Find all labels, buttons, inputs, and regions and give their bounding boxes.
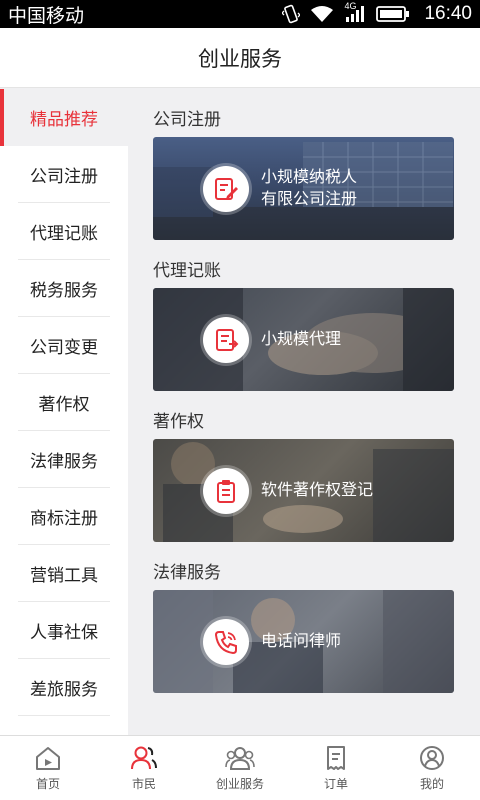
card-label-line1: 小规模代理 <box>261 330 342 348</box>
tab-label: 创业服务 <box>215 776 264 791</box>
tab-label: 市民 <box>131 776 156 791</box>
sidebar-item-label: 商标注册 <box>30 509 98 528</box>
section-title: 法律服务 <box>153 563 221 582</box>
home-icon <box>36 746 60 770</box>
app-header: 创业服务 <box>0 28 480 88</box>
category-sidebar: 精品推荐 公司注册 代理记账 税务服务 公司变更 著作权 法律服务 商标注册 营… <box>0 89 128 735</box>
tab-home[interactable]: 首页 <box>0 736 96 800</box>
ledger-icon <box>203 316 249 363</box>
clipboard-icon <box>203 467 249 514</box>
card-label: 电话问律师 <box>261 631 341 653</box>
bottom-tab-bar: 首页 市民 创业服务 订单 我的 <box>0 735 480 800</box>
sidebar-item-label: 公司变更 <box>30 338 98 357</box>
sidebar-item-copyright[interactable]: 著作权 <box>0 374 128 431</box>
sidebar-item-marketing-tools[interactable]: 营销工具 <box>0 545 128 602</box>
page-title: 创业服务 <box>198 47 282 71</box>
card-label: 软件著作权登记 <box>261 480 373 502</box>
order-icon <box>327 745 345 770</box>
sidebar-item-label: 税务服务 <box>30 281 98 300</box>
card-label: 小规模纳税人 有限公司注册 <box>261 167 357 211</box>
sidebar-item-label: 营销工具 <box>30 566 98 585</box>
phone-icon <box>203 618 249 665</box>
tab-label: 订单 <box>323 776 348 791</box>
sidebar-item-label: 人事社保 <box>30 623 98 642</box>
service-card-bookkeeping[interactable]: 小规模代理 <box>153 288 454 391</box>
service-card-software-copyright[interactable]: 软件著作权登记 <box>153 439 454 542</box>
service-list: 公司注册 小规模纳税人 有限公司注册 代理记账 小规模代理 著作权 软件著作权登… <box>128 89 480 735</box>
wifi-icon <box>311 6 334 22</box>
tab-startup-service[interactable]: 创业服务 <box>192 736 288 800</box>
sidebar-item-label: 精品推荐 <box>30 110 98 129</box>
sidebar-item-label: 公司注册 <box>30 167 98 186</box>
sidebar-item-tax-service[interactable]: 税务服务 <box>0 260 128 317</box>
cell-signal-icon: 4G <box>344 1 366 23</box>
sidebar-item-legal-service[interactable]: 法律服务 <box>0 431 128 488</box>
edit-document-icon <box>203 165 249 212</box>
service-card-company-registration[interactable]: 小规模纳税人 有限公司注册 <box>153 137 454 240</box>
sidebar-item-travel-service[interactable]: 差旅服务 <box>0 659 128 716</box>
card-label-line1: 小规模纳税人 <box>261 168 358 186</box>
citizen-icon <box>131 746 157 769</box>
service-card-lawyer-call[interactable]: 电话问律师 <box>153 590 454 693</box>
network-type: 4G <box>344 1 357 11</box>
carrier-name: 中国移动 <box>8 5 85 27</box>
sidebar-item-label: 著作权 <box>38 395 90 414</box>
status-bar: 中国移动 4G 16:40 <box>0 0 480 28</box>
card-label-line2: 有限公司注册 <box>261 190 358 208</box>
sidebar-item-label: 差旅服务 <box>30 680 98 699</box>
vibrate-icon <box>282 4 301 24</box>
profile-icon <box>420 745 444 770</box>
card-label-line1: 电话问律师 <box>261 632 342 650</box>
sidebar-item-company-registration[interactable]: 公司注册 <box>0 146 128 203</box>
tab-label: 我的 <box>419 776 444 791</box>
section-title: 代理记账 <box>153 261 221 280</box>
sidebar-item-trademark[interactable]: 商标注册 <box>0 488 128 545</box>
tab-mine[interactable]: 我的 <box>384 736 480 800</box>
battery-icon <box>376 6 410 22</box>
tab-label: 首页 <box>35 776 60 791</box>
sidebar-item-label: 代理记账 <box>30 224 98 243</box>
card-label-line1: 软件著作权登记 <box>261 481 374 499</box>
section-title: 公司注册 <box>153 110 221 129</box>
card-label: 小规模代理 <box>261 329 341 351</box>
group-icon <box>225 746 255 770</box>
section-title: 著作权 <box>153 412 204 431</box>
tab-orders[interactable]: 订单 <box>288 736 384 800</box>
sidebar-item-featured[interactable]: 精品推荐 <box>0 89 128 146</box>
sidebar-item-bookkeeping[interactable]: 代理记账 <box>0 203 128 260</box>
tab-citizen[interactable]: 市民 <box>96 736 192 800</box>
sidebar-item-company-change[interactable]: 公司变更 <box>0 317 128 374</box>
sidebar-item-label: 法律服务 <box>30 452 98 471</box>
sidebar-item-hr-social-security[interactable]: 人事社保 <box>0 602 128 659</box>
clock: 16:40 <box>424 3 472 24</box>
